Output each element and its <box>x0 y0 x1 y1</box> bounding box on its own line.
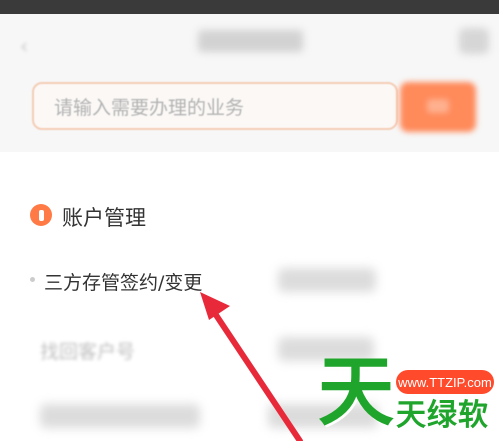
watermark-logo-large: 天 <box>318 347 394 436</box>
list-item-third-party-custody[interactable]: 三方存管签约/变更 <box>44 268 202 295</box>
watermark-url: www.TTZIP.com <box>398 374 492 390</box>
list-item-retrieve-customer-number[interactable]: 找回客户号 <box>40 337 135 364</box>
more-icon[interactable] <box>459 28 489 54</box>
search-placeholder: 请输入需要办理的业务 <box>54 96 245 119</box>
account-icon <box>30 204 52 226</box>
search-area: 请输入需要办理的业务 <box>0 66 499 152</box>
list-item-blurred[interactable] <box>40 404 200 428</box>
status-bar <box>0 0 499 14</box>
watermark-url-badge: www.TTZIP.com <box>396 370 494 394</box>
search-button-label <box>427 99 449 113</box>
chevron-left-icon[interactable]: ‹ <box>20 34 28 58</box>
list-item-blurred[interactable] <box>278 268 376 292</box>
page-title <box>198 30 303 52</box>
search-input[interactable]: 请输入需要办理的业务 <box>32 82 398 130</box>
watermark-logo-text: 天绿软 <box>396 398 489 433</box>
search-button[interactable] <box>400 82 476 132</box>
bullet-icon <box>30 277 35 282</box>
section-title: 账户管理 <box>62 206 146 230</box>
nav-bar: ‹ <box>0 14 499 66</box>
